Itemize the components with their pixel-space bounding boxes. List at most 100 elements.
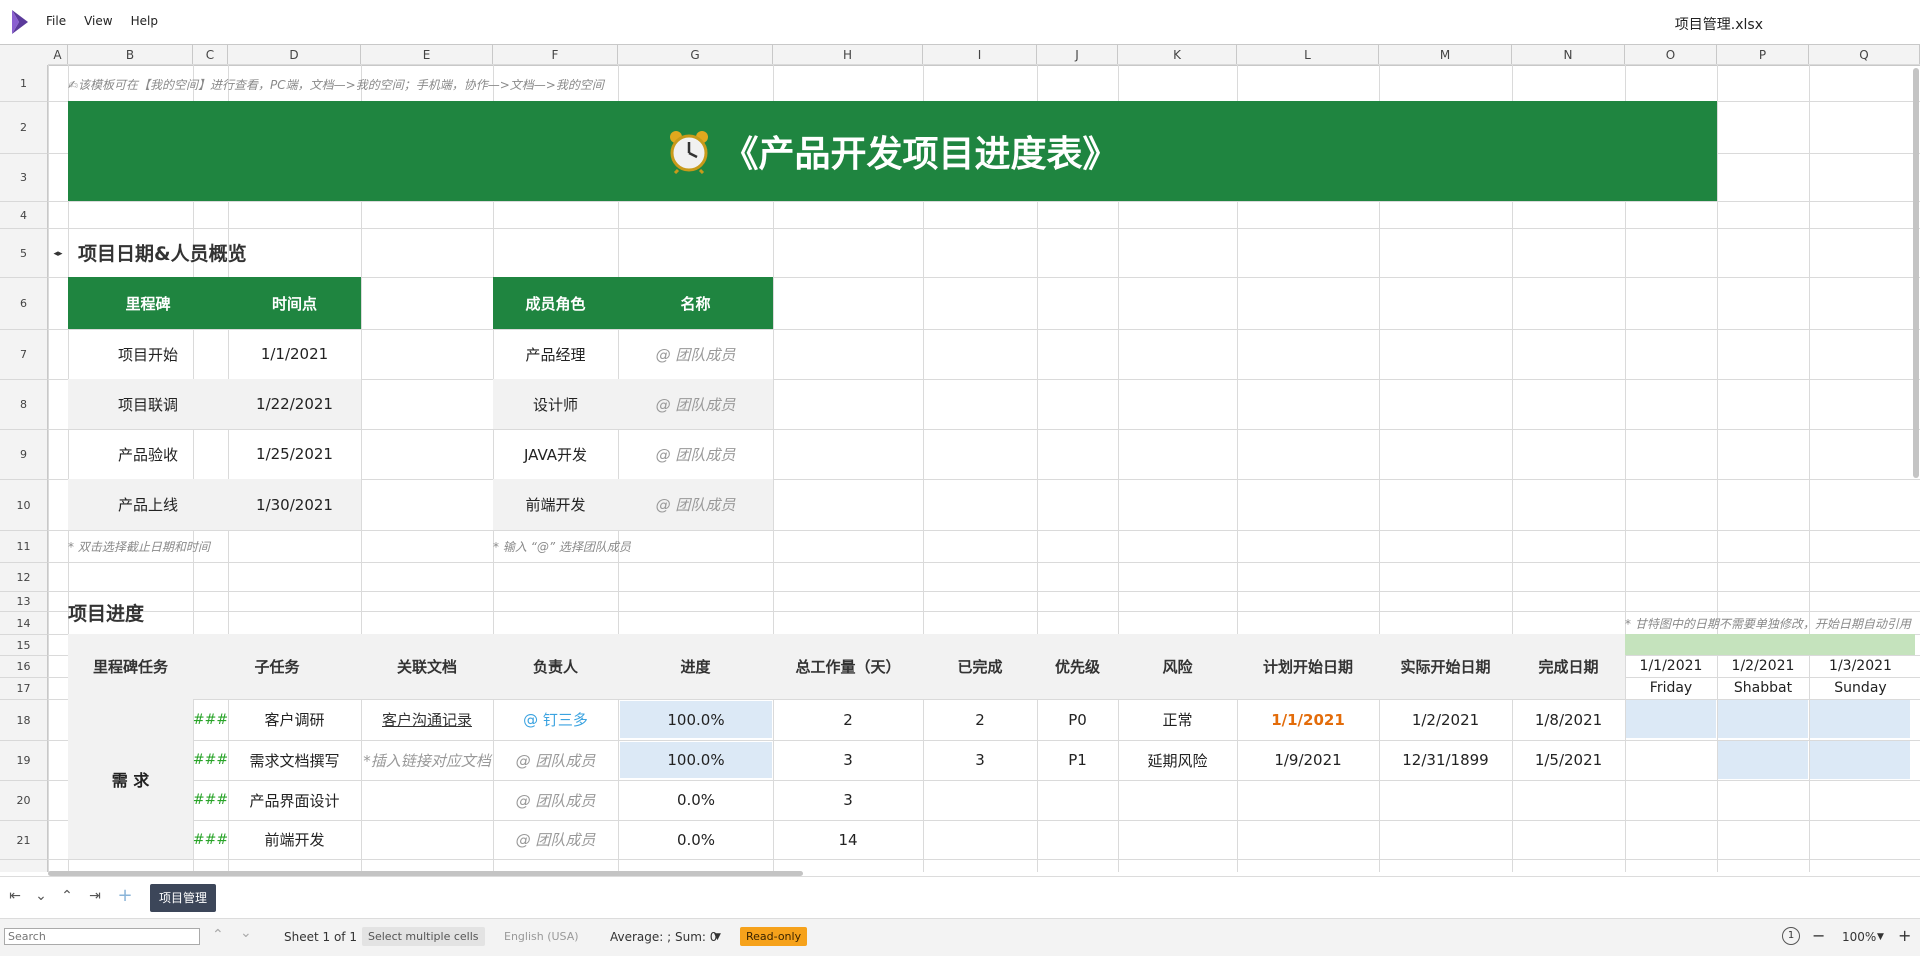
row-header[interactable]: 2 (0, 102, 48, 154)
member-name-cell[interactable]: @ 团队成员 (618, 479, 773, 530)
row-hash-cell[interactable]: ### (193, 820, 228, 859)
zoom-reset-icon[interactable]: 1 (1782, 927, 1800, 945)
gantt-day-cell[interactable]: Shabbat (1717, 677, 1809, 699)
column-header[interactable]: G (618, 45, 773, 65)
member-name-cell[interactable]: @ 团队成员 (618, 329, 773, 379)
completed-cell[interactable] (923, 820, 1037, 859)
row-hash-cell[interactable]: ### (193, 780, 228, 820)
member-role-cell[interactable]: JAVA开发 (493, 429, 618, 479)
sheet-tab-active[interactable]: 项目管理 (150, 884, 217, 912)
milestone-name-cell[interactable]: 产品上线 (68, 479, 228, 530)
related-doc-header[interactable]: 关联文档 (361, 634, 493, 699)
priority-cell[interactable] (1037, 820, 1118, 859)
gantt-day-cell[interactable]: Friday (1625, 677, 1717, 699)
member-name-cell[interactable]: @ 团队成员 (618, 429, 773, 479)
actual-start-header[interactable]: 实际开始日期 (1379, 634, 1512, 699)
row-header[interactable]: 11 (0, 531, 48, 563)
gantt-date-cell[interactable]: 1/1/2021 (1625, 655, 1717, 677)
column-header[interactable]: M (1379, 45, 1512, 65)
subtask-header[interactable]: 子任务 (193, 634, 361, 699)
column-header[interactable]: E (361, 45, 493, 65)
finish-date-header[interactable]: 完成日期 (1512, 634, 1625, 699)
column-header[interactable]: K (1118, 45, 1237, 65)
subtask-cell[interactable]: 产品界面设计 (228, 780, 361, 820)
row-hash-cell[interactable]: ### (193, 740, 228, 780)
column-header[interactable]: O (1625, 45, 1717, 65)
milestone-task-cell[interactable]: 需 求 (68, 699, 193, 859)
related-doc-cell[interactable] (361, 780, 493, 820)
column-header[interactable]: Q (1809, 45, 1920, 65)
column-header[interactable]: L (1237, 45, 1379, 65)
column-header[interactable]: D (228, 45, 361, 65)
completed-cell[interactable]: 2 (923, 699, 1037, 740)
milestone-name-cell[interactable]: 项目联调 (68, 379, 228, 429)
milestone-date-cell[interactable]: 1/25/2021 (228, 429, 361, 479)
milestone-name-cell[interactable]: 产品验收 (68, 429, 228, 479)
member-role-cell[interactable]: 设计师 (493, 379, 618, 429)
column-header[interactable]: B (68, 45, 193, 65)
last-sheet-icon[interactable]: ⇥ (86, 887, 104, 905)
row-header[interactable]: 22 (0, 860, 48, 872)
search-input[interactable] (4, 928, 200, 945)
row-header[interactable]: 19 (0, 741, 48, 781)
search-prev-icon[interactable]: ⌃ (212, 927, 224, 943)
plan-start-cell[interactable] (1237, 820, 1379, 859)
language-status[interactable]: English (USA) (498, 927, 585, 946)
milestone-date-cell[interactable]: 1/1/2021 (228, 329, 361, 379)
total-work-cell[interactable]: 3 (773, 780, 923, 820)
plan-start-header[interactable]: 计划开始日期 (1237, 634, 1379, 699)
actual-start-cell[interactable] (1379, 780, 1512, 820)
column-header[interactable]: P (1717, 45, 1809, 65)
row-header[interactable]: 18 (0, 700, 48, 741)
row-header[interactable]: 9 (0, 430, 48, 480)
add-sheet-icon[interactable]: + (116, 887, 134, 905)
banner-title-cell[interactable]: 《产品开发项目进度表》 (68, 101, 1717, 201)
zoom-level[interactable]: 100% (1842, 930, 1876, 944)
owner-cell[interactable]: @ 团队成员 (493, 820, 618, 859)
zoom-out-icon[interactable]: − (1812, 926, 1825, 945)
priority-cell[interactable] (1037, 780, 1118, 820)
menu-help[interactable]: Help (131, 14, 158, 28)
priority-header[interactable]: 优先级 (1037, 634, 1118, 699)
total-work-cell[interactable]: 3 (773, 740, 923, 780)
row-header[interactable]: 1 (0, 65, 48, 102)
milestone-task-header[interactable]: 里程碑任务 (68, 634, 193, 699)
owner-cell[interactable]: @ 团队成员 (493, 780, 618, 820)
risk-cell[interactable] (1118, 820, 1237, 859)
completed-header[interactable]: 已完成 (923, 634, 1037, 699)
gantt-day-cell[interactable]: Sunday (1809, 677, 1912, 699)
completed-cell[interactable] (923, 780, 1037, 820)
risk-cell[interactable]: 延期风险 (1118, 740, 1237, 780)
actual-start-cell[interactable]: 12/31/1899 (1379, 740, 1512, 780)
owner-cell[interactable]: @ 钉三多 (493, 699, 618, 740)
zoom-in-icon[interactable]: + (1898, 926, 1911, 945)
row-header[interactable]: 17 (0, 678, 48, 700)
menu-file[interactable]: File (46, 14, 66, 28)
actual-start-cell[interactable]: 1/2/2021 (1379, 699, 1512, 740)
finish-date-cell[interactable]: 1/8/2021 (1512, 699, 1625, 740)
menu-view[interactable]: View (84, 14, 112, 28)
summary-dropdown-icon[interactable]: ▼ (714, 932, 721, 942)
vertical-scrollbar[interactable] (1912, 64, 1920, 872)
row-header[interactable]: 15 (0, 635, 48, 656)
row-header[interactable]: 4 (0, 202, 48, 229)
plan-start-cell[interactable]: 1/1/2021 (1237, 699, 1379, 740)
first-sheet-icon[interactable]: ⇤ (6, 887, 24, 905)
sum-summary[interactable]: Average: ; Sum: 0 (610, 930, 717, 944)
related-doc-cell[interactable] (361, 820, 493, 859)
search-next-icon[interactable]: ⌄ (240, 925, 252, 941)
completed-cell[interactable]: 3 (923, 740, 1037, 780)
group-toggle-icon[interactable]: ◂▸ (48, 240, 68, 268)
related-doc-cell[interactable]: *插入链接对应文档 (361, 740, 493, 780)
actual-start-cell[interactable] (1379, 820, 1512, 859)
row-header[interactable]: 20 (0, 781, 48, 821)
vertical-scroll-thumb[interactable] (1913, 68, 1919, 478)
related-doc-cell[interactable]: 客户沟通记录 (361, 699, 493, 740)
subtask-cell[interactable]: 客户调研 (228, 699, 361, 740)
row-header[interactable]: 12 (0, 563, 48, 592)
column-header[interactable]: A (48, 45, 68, 65)
plan-start-cell[interactable]: 1/9/2021 (1237, 740, 1379, 780)
risk-cell[interactable]: 正常 (1118, 699, 1237, 740)
owner-cell[interactable]: @ 团队成员 (493, 740, 618, 780)
member-role-cell[interactable]: 前端开发 (493, 479, 618, 530)
